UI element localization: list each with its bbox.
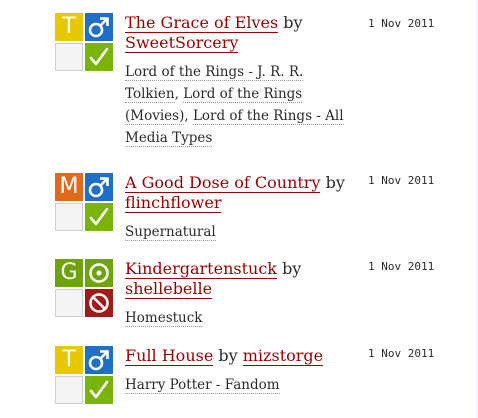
date-posted: 1 Nov 2011 [368, 347, 435, 360]
required-tags: T [55, 346, 113, 404]
work-title-link[interactable]: The Grace of Elves [125, 13, 279, 33]
author-link[interactable]: flinchflower [125, 193, 222, 213]
date-posted: 1 Nov 2011 [368, 17, 435, 30]
no-warnings-icon[interactable] [85, 289, 113, 317]
warning-blank-icon[interactable] [55, 289, 83, 317]
male-symbol-icon[interactable] [85, 13, 113, 41]
date-posted: 1 Nov 2011 [368, 174, 435, 187]
warning-blank-icon[interactable] [55, 376, 83, 404]
checkmark-icon[interactable] [85, 43, 113, 71]
author-link[interactable]: SweetSorcery [125, 33, 239, 53]
fandom-list: Harry Potter - Fandom [125, 374, 350, 396]
author-link[interactable]: mizstorge [242, 346, 324, 366]
warning-blank-icon[interactable] [55, 203, 83, 231]
warning-blank-icon[interactable] [55, 43, 83, 71]
male-symbol-icon[interactable] [85, 346, 113, 374]
work-heading: The Grace of Elves by SweetSorcery Lord … [125, 13, 350, 149]
rating-icon[interactable]: T [55, 346, 83, 374]
date-posted: 1 Nov 2011 [368, 260, 435, 273]
by-label: by [283, 13, 303, 32]
by-label: by [218, 346, 238, 365]
fandom-tag[interactable]: Homestuck [125, 310, 203, 327]
fandom-list: Lord of the Rings - J. R. R. Tolkien, Lo… [125, 64, 344, 147]
work-title-link[interactable]: Full House [125, 346, 214, 366]
fandom-tag[interactable]: Harry Potter - Fandom [125, 377, 280, 394]
rating-icon[interactable]: T [55, 13, 83, 41]
work-title-link[interactable]: Kindergartenstuck [125, 259, 277, 279]
by-label: by [325, 173, 345, 192]
rating-icon[interactable]: G [55, 259, 83, 287]
gen-circle-icon[interactable] [85, 259, 113, 287]
author-link[interactable]: shellebelle [125, 279, 213, 299]
checkmark-icon[interactable] [85, 203, 113, 231]
rating-icon[interactable]: M [55, 173, 83, 201]
work-heading: Kindergartenstuck by shellebelle Homestu… [125, 259, 350, 329]
fandom-list: Supernatural [125, 221, 350, 243]
work-heading: Full House by mizstorge Harry Potter - F… [125, 346, 350, 396]
checkmark-icon[interactable] [85, 376, 113, 404]
work-title-link[interactable]: A Good Dose of Country [125, 173, 321, 193]
by-label: by [282, 259, 302, 278]
required-tags: G [55, 259, 113, 317]
required-tags: T [55, 13, 113, 71]
fandom-list: Homestuck [125, 307, 350, 329]
fandom-tag[interactable]: Supernatural [125, 224, 216, 241]
required-tags: M [55, 173, 113, 231]
work-heading: A Good Dose of Country by flinchflower S… [125, 173, 350, 243]
male-symbol-icon[interactable] [85, 173, 113, 201]
